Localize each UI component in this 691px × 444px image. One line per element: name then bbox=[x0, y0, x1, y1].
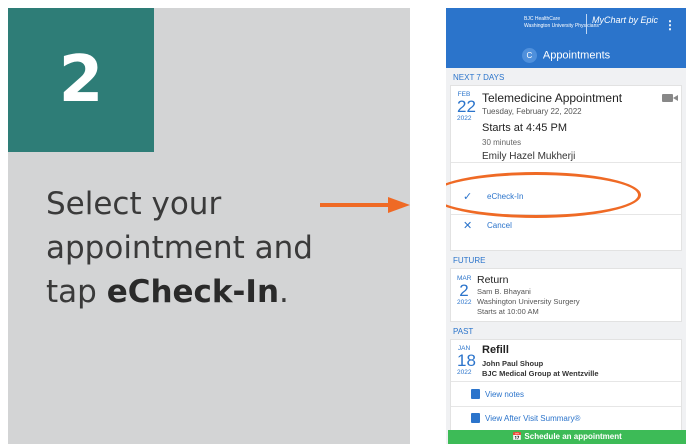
appointments-tab[interactable]: C Appointments bbox=[446, 48, 686, 63]
activity-initial-icon: C bbox=[521, 48, 537, 63]
appt-start-time: Starts at 4:45 PM bbox=[482, 122, 567, 134]
appt-department: BJC Medical Group at Wentzville bbox=[482, 369, 599, 378]
bjc-logo: BJC HealthCare Washington University Phy… bbox=[524, 16, 599, 30]
instruction-bold: eCheck-In bbox=[106, 274, 280, 310]
appointment-card-refill[interactable]: JAN 18 2022 Refill John Paul Shoup BJC M… bbox=[450, 339, 682, 441]
step-number-box: 2 bbox=[8, 8, 154, 152]
divider bbox=[451, 162, 681, 163]
pointer-arrow-icon bbox=[320, 197, 410, 213]
mychart-phone: BJC HealthCare Washington University Phy… bbox=[446, 8, 686, 444]
schedule-label: Schedule an appointment bbox=[524, 432, 622, 441]
appt-day: 2 bbox=[459, 281, 469, 300]
instruction-line-2: appointment and bbox=[46, 230, 313, 266]
view-notes-link[interactable]: View notes bbox=[485, 390, 524, 399]
section-future: FUTURE bbox=[453, 256, 486, 265]
appt-provider: Sam B. Bhayani bbox=[477, 287, 531, 296]
appt-title: Telemedicine Appointment bbox=[482, 91, 623, 105]
mychart-logo: MyChart by Epic bbox=[592, 15, 659, 25]
instruction-line-1: Select your bbox=[46, 186, 222, 222]
video-camera-lens-icon bbox=[673, 95, 678, 101]
instruction-text: Select your appointment and tap eCheck-I… bbox=[46, 182, 346, 314]
appt-day: 22 bbox=[457, 97, 476, 116]
appt-year: 2022 bbox=[457, 115, 472, 122]
instruction-line-3: tap eCheck-In. bbox=[46, 270, 346, 314]
cancel-button[interactable]: Cancel bbox=[487, 221, 512, 230]
more-options-icon[interactable]: ⋮ bbox=[664, 18, 676, 32]
instruction-tap: tap bbox=[46, 274, 107, 310]
appt-department: Washington University Surgery bbox=[477, 297, 580, 306]
appointment-date: JAN 18 2022 bbox=[457, 345, 476, 376]
schedule-appointment-button[interactable]: 📅 Schedule an appointment bbox=[448, 430, 686, 444]
summary-icon bbox=[471, 413, 480, 423]
view-after-visit-summary-link[interactable]: View After Visit Summary® bbox=[485, 414, 580, 423]
appt-title: Refill bbox=[482, 344, 509, 356]
appt-date-text: Tuesday, February 22, 2022 bbox=[482, 107, 582, 116]
appt-start-time: Starts at 10:00 AM bbox=[477, 307, 539, 316]
appt-provider: Emily Hazel Mukherji bbox=[482, 151, 576, 162]
appt-duration: 30 minutes bbox=[482, 138, 522, 147]
instruction-end: . bbox=[279, 274, 289, 310]
appointment-date: FEB 22 2022 bbox=[457, 91, 476, 122]
cancel-icon: ✕ bbox=[463, 220, 473, 232]
divider bbox=[451, 381, 681, 382]
section-next-7-days: NEXT 7 DAYS bbox=[453, 73, 505, 82]
appointments-title: Appointments bbox=[542, 49, 611, 62]
appt-year: 2022 bbox=[457, 299, 472, 306]
appointment-date: MAR 2 2022 bbox=[457, 275, 471, 306]
appt-year: 2022 bbox=[457, 369, 472, 376]
appt-day: 18 bbox=[457, 351, 476, 370]
logo-divider bbox=[586, 14, 587, 34]
app-header: BJC HealthCare Washington University Phy… bbox=[446, 8, 686, 68]
appt-title: Return bbox=[477, 274, 509, 286]
section-past: PAST bbox=[453, 327, 474, 336]
bjc-logo-line2: Washington University Physicians bbox=[524, 23, 599, 29]
notes-icon bbox=[471, 389, 480, 399]
appointment-card-return[interactable]: MAR 2 2022 Return Sam B. Bhayani Washing… bbox=[450, 268, 682, 322]
appt-provider: John Paul Shoup bbox=[482, 359, 544, 368]
step-number: 2 bbox=[58, 43, 104, 117]
calendar-plus-icon: 📅 bbox=[512, 432, 525, 441]
bjc-logo-line1: BJC HealthCare bbox=[524, 16, 561, 22]
video-camera-icon bbox=[662, 94, 673, 102]
appointment-card-telemedicine[interactable]: FEB 22 2022 Telemedicine Appointment Tue… bbox=[450, 85, 682, 251]
divider bbox=[451, 406, 681, 407]
